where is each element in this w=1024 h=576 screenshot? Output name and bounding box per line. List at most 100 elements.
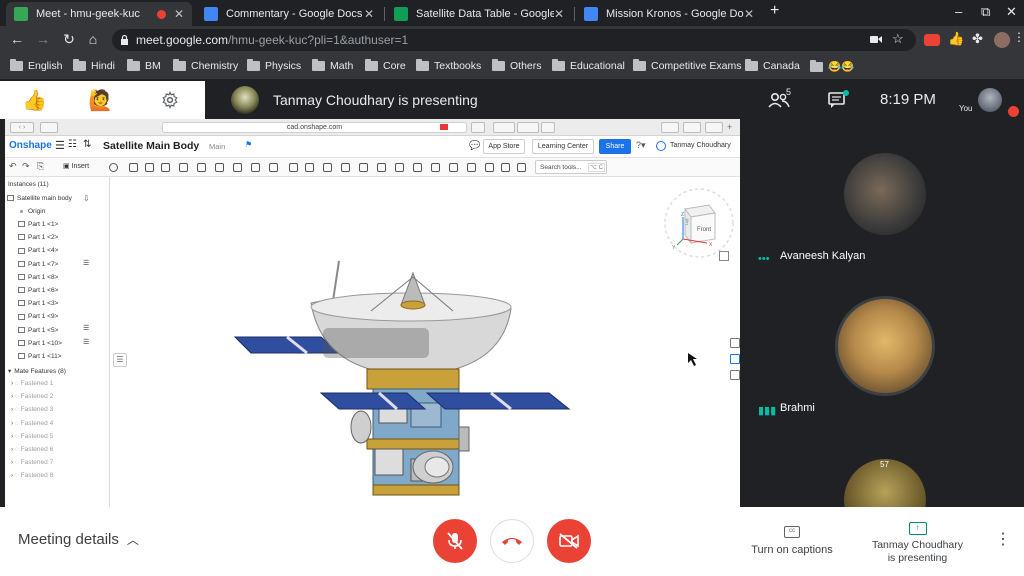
tool-icon[interactable] [377, 163, 386, 172]
menu-icon[interactable]: ☰ [55, 139, 65, 152]
minimize-button[interactable]: – [955, 4, 962, 19]
extension-thumb-icon[interactable]: 👍 [948, 31, 964, 47]
bookmark-bm[interactable]: BM [127, 59, 161, 72]
leave-call-button[interactable] [490, 519, 534, 563]
home-button[interactable]: ⌂ [84, 31, 102, 47]
tool-icon[interactable] [449, 163, 458, 172]
close-tab-icon[interactable]: ✕ [744, 7, 754, 21]
part-instance[interactable]: Part 1 <8> [18, 274, 58, 281]
close-window-button[interactable]: ✕ [1006, 4, 1017, 20]
pin-icon[interactable]: ⇩ [83, 194, 90, 203]
mate-feature[interactable]: › ◌ Fastened 8 [11, 472, 53, 479]
bookmark-math[interactable]: Math [312, 59, 353, 72]
participant-avatar-speaking[interactable] [835, 296, 935, 396]
part-instance[interactable]: Part 1 <6> [18, 287, 58, 294]
more-options-icon[interactable]: ⋮ [995, 529, 1011, 549]
tool-icon[interactable] [145, 163, 154, 172]
tool-icon[interactable] [251, 163, 260, 172]
bookmark-others[interactable]: Others [492, 59, 542, 72]
new-tab-button[interactable]: + [770, 2, 779, 20]
chrome-menu-icon[interactable]: ⋮ [1013, 30, 1024, 44]
bookmark-competitive-exams[interactable]: Competitive Exams [633, 59, 741, 72]
tool-icon[interactable] [197, 163, 206, 172]
user-menu[interactable]: Tanmay Choudhary [670, 142, 731, 149]
mate-feature[interactable]: › ◌ Fastened 6 [11, 446, 53, 453]
sort-icon[interactable]: ⇅ [83, 139, 91, 150]
mate-feature[interactable]: › ◌ Fastened 1 [11, 380, 53, 387]
close-tab-icon[interactable]: ✕ [364, 7, 374, 21]
undo-icon[interactable]: ↶ [9, 161, 17, 172]
mac-address-bar[interactable]: cad.onshape.com [162, 122, 467, 133]
meeting-details-button[interactable]: Meeting details ︿ [18, 531, 139, 548]
settings-gear-icon[interactable] [161, 91, 179, 109]
tool-icon[interactable] [289, 163, 298, 172]
tool-icon[interactable] [341, 163, 350, 172]
part-instance[interactable]: Part 1 <4> [18, 247, 58, 254]
part-instance[interactable]: Part 1 <3> [18, 300, 58, 307]
tool-icon[interactable] [109, 163, 118, 172]
raise-hand-icon[interactable]: 🙋 [88, 88, 113, 113]
bookmark-educational[interactable]: Educational [552, 59, 625, 72]
participant-avatar[interactable] [844, 153, 926, 235]
forward-button[interactable]: → [34, 31, 52, 47]
camera-toggle-button[interactable] [547, 519, 591, 563]
bookmark-canada[interactable]: Canada [745, 59, 800, 72]
3d-viewport[interactable]: ☰ Front Left Z X Y [111, 177, 740, 507]
part-instance[interactable]: Part 1 <10> [18, 340, 62, 347]
tab-commentary[interactable]: Commentary - Google Docs ✕ [196, 2, 382, 26]
mate-feature[interactable]: › ◌ Fastened 4 [11, 420, 53, 427]
tool-icon[interactable] [129, 163, 138, 172]
redo-icon[interactable]: ↷ [22, 161, 30, 172]
tool-icon[interactable] [179, 163, 188, 172]
download-icon[interactable] [493, 122, 515, 133]
extension-record-icon[interactable] [924, 34, 940, 46]
help-icon[interactable]: ?▾ [636, 140, 646, 151]
tool-icon[interactable] [233, 163, 242, 172]
close-tab-icon[interactable]: ✕ [174, 7, 184, 21]
share-button[interactable]: Share [599, 139, 631, 154]
mate-features-header[interactable]: ▾ Mate Features (8) [8, 367, 66, 375]
bookmark-chemistry[interactable]: Chemistry [173, 59, 238, 72]
presentation-status-button[interactable]: ↑ Tanmay Choudhary is presenting [860, 517, 975, 565]
extensions-puzzle-icon[interactable]: ✤ [972, 31, 983, 47]
tool-icon[interactable] [431, 163, 440, 172]
tool-icon[interactable] [413, 163, 422, 172]
root-instance[interactable]: Satellite main body [7, 195, 72, 202]
share-sheet-icon[interactable] [683, 122, 701, 133]
tool-icon[interactable] [467, 163, 476, 172]
back-button[interactable]: ← [8, 31, 26, 47]
hamburger-icon[interactable]: ☰ [83, 324, 89, 332]
tool-icon[interactable] [395, 163, 404, 172]
address-bar[interactable]: meet.google.com/hmu-geek-kuc?pli=1&authu… [112, 29, 916, 51]
profile-avatar[interactable] [994, 32, 1010, 48]
tabs-overview-icon[interactable] [705, 122, 723, 133]
bookmark-emoji[interactable]: 😂😂 [810, 59, 854, 73]
bookmark-textbooks[interactable]: Textbooks [416, 59, 481, 72]
reaction-thumbs-up-icon[interactable]: 👍 [22, 88, 47, 113]
insert-button[interactable]: ▣ Insert [63, 162, 89, 170]
camera-icon[interactable] [870, 35, 882, 44]
versions-icon[interactable]: ⚑ [245, 140, 252, 149]
tool-icon[interactable] [305, 163, 314, 172]
part-instance[interactable]: Part 1 <1> [18, 221, 58, 228]
gear-icon[interactable] [541, 122, 555, 133]
tab-mission-kronos[interactable]: Mission Kronos - Google Docs ✕ [576, 2, 762, 26]
document-title[interactable]: Satellite Main Body [103, 140, 199, 152]
tab-meet[interactable]: Meet - hmu-geek-kuc ✕ [6, 2, 192, 26]
restore-button[interactable]: ⧉ [981, 4, 990, 20]
reload-button[interactable]: ↻ [60, 31, 78, 48]
nav-arrows-icon[interactable]: ‹ › [10, 122, 34, 133]
app-store-button[interactable]: App Store [483, 139, 525, 154]
satellite-model[interactable] [111, 177, 740, 507]
onshape-logo[interactable]: Onshape [9, 140, 52, 151]
branch-label[interactable]: Main [209, 142, 225, 151]
new-tab-icon[interactable]: + [727, 122, 737, 133]
bookmark-core[interactable]: Core [365, 59, 406, 72]
tool-icon[interactable] [517, 163, 526, 172]
mate-feature[interactable]: › ◌ Fastened 7 [11, 459, 53, 466]
hamburger-icon[interactable]: ☰ [83, 259, 89, 267]
tool-icon[interactable] [269, 163, 278, 172]
features-icon[interactable]: ☷ [68, 139, 77, 150]
mate-feature[interactable]: › ◌ Fastened 5 [11, 433, 53, 440]
bookmark-physics[interactable]: Physics [247, 59, 301, 72]
